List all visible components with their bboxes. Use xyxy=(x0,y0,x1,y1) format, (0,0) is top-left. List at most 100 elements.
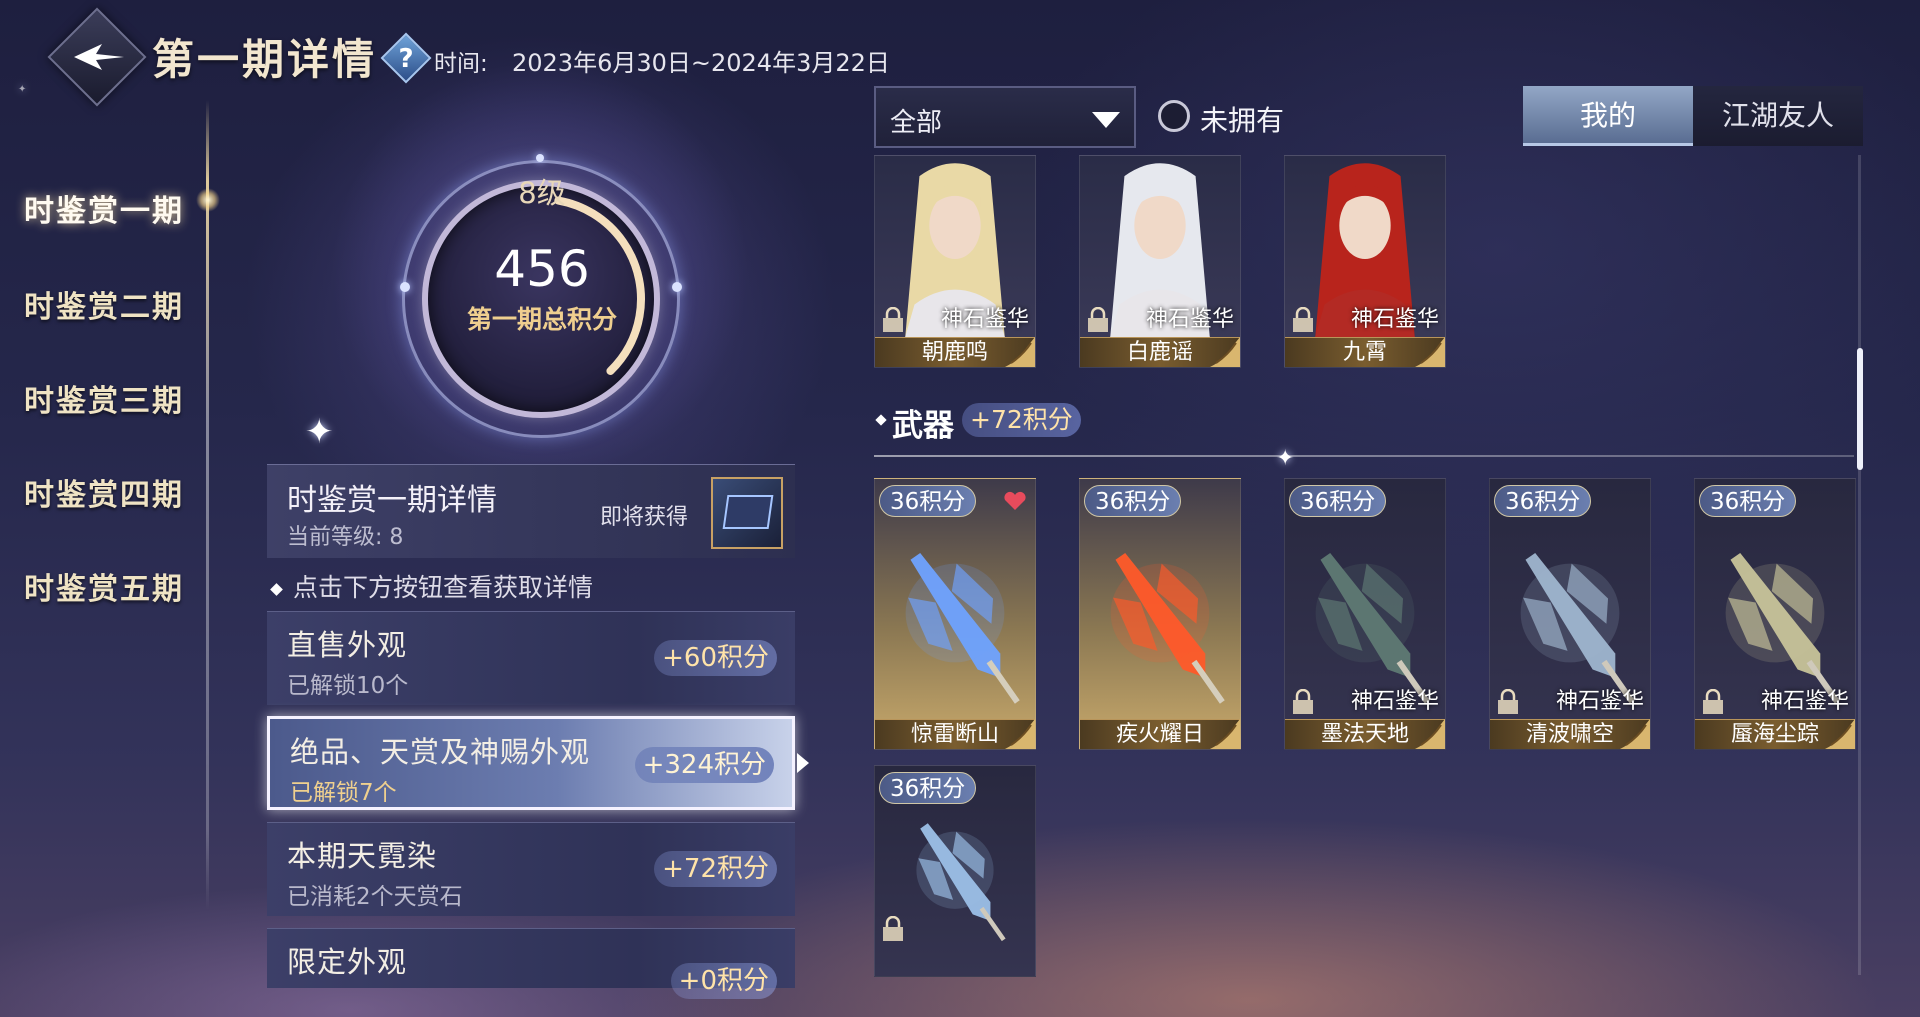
section-divider xyxy=(874,455,1854,457)
unowned-radio[interactable] xyxy=(1158,100,1190,132)
weapon-card[interactable]: 36积分 疾火耀日 xyxy=(1079,478,1241,750)
source-points: +0积分 xyxy=(670,963,777,999)
diamond-icon xyxy=(875,414,887,426)
source-tag: 神石鉴华 xyxy=(1555,689,1644,714)
level-text: 8级 xyxy=(518,176,566,210)
character-card[interactable]: 神石鉴华 九霄 xyxy=(1284,155,1446,368)
lock-icon xyxy=(1293,689,1313,714)
weapon-card[interactable]: 36积分 神石鉴华 墨法天地 xyxy=(1284,478,1446,750)
page-title: 第一期详情 xyxy=(152,35,378,84)
sparkle-decoration: ✦ xyxy=(305,412,334,452)
source-name: 绝品、天赏及神赐外观 xyxy=(290,735,591,769)
points-badge: 36积分 xyxy=(879,485,977,517)
lock-icon xyxy=(1088,307,1108,332)
level-progress-ring xyxy=(437,195,645,403)
category-dropdown[interactable]: 全部 xyxy=(874,86,1136,148)
diamond-icon xyxy=(270,583,283,596)
source-name: 直售外观 xyxy=(287,628,408,662)
scrollbar-thumb[interactable] xyxy=(1857,348,1863,470)
source-name: 限定外观 xyxy=(287,945,408,979)
nav-divider xyxy=(206,100,209,910)
weapon-section-title: 武器 xyxy=(892,408,954,444)
source-points: +324积分 xyxy=(634,747,774,783)
source-tag: 神石鉴华 xyxy=(1350,307,1439,332)
weapon-card[interactable]: 36积分 惊雷断山 xyxy=(874,478,1036,750)
lock-icon xyxy=(1498,689,1518,714)
lock-icon xyxy=(883,916,903,941)
source-item[interactable]: 本期天霓染已消耗2个天赏石 +72积分 xyxy=(267,822,795,916)
weapon-artwork xyxy=(1110,552,1225,704)
total-score-label: 第一期总积分 xyxy=(466,305,617,334)
lock-icon xyxy=(1703,689,1723,714)
sparkle-decoration: ✦ xyxy=(18,84,27,95)
lock-icon xyxy=(1293,307,1313,332)
heart-icon xyxy=(1004,491,1026,510)
corner-ornament-icon xyxy=(1620,719,1650,749)
ring-dot xyxy=(672,282,682,292)
source-item[interactable]: 绝品、天赏及神赐外观已解锁7个 +324积分 xyxy=(267,716,795,810)
character-portrait xyxy=(1306,163,1424,367)
help-button[interactable]: ? xyxy=(380,32,432,84)
period-detail-card[interactable]: 时鉴赏一期详情 当前等级: 8 即将获得 xyxy=(267,464,795,558)
weapon-card[interactable]: 36积分 xyxy=(874,765,1036,977)
points-badge: 36积分 xyxy=(1084,485,1182,517)
source-progress: 已消耗2个天赏石 xyxy=(287,884,463,910)
source-points: +72积分 xyxy=(654,851,777,887)
points-badge: 36积分 xyxy=(1699,485,1797,517)
corner-ornament-icon xyxy=(1415,719,1445,749)
dropdown-value: 全部 xyxy=(890,108,943,138)
hint-text: 点击下方按钮查看获取详情 xyxy=(270,568,594,604)
weapon-section-points: +72积分 xyxy=(962,403,1081,437)
points-badge: 36积分 xyxy=(1494,485,1592,517)
back-arrow-icon xyxy=(74,44,124,70)
question-icon: ? xyxy=(398,44,414,74)
nav-period-3[interactable]: 时鉴赏三期 xyxy=(24,376,184,420)
reward-frame-icon xyxy=(722,495,774,529)
unowned-label: 未拥有 xyxy=(1200,104,1285,137)
nav-period-2[interactable]: 时鉴赏二期 xyxy=(24,282,184,326)
weapon-card[interactable]: 36积分 神石鉴华 蜃海尘踪 xyxy=(1694,478,1856,750)
weapon-artwork xyxy=(905,552,1020,704)
character-portrait xyxy=(1101,163,1219,367)
nav-period-1[interactable]: 时鉴赏一期 xyxy=(24,186,184,230)
nav-period-4[interactable]: 时鉴赏四期 xyxy=(24,470,184,514)
chevron-down-icon xyxy=(1092,112,1120,128)
active-marker-icon xyxy=(196,188,220,212)
hint-label: 点击下方按钮查看获取详情 xyxy=(293,573,594,602)
corner-ornament-icon xyxy=(1005,337,1035,367)
source-tag: 神石鉴华 xyxy=(1760,689,1849,714)
scrollbar-track[interactable] xyxy=(1858,155,1861,975)
character-portrait xyxy=(896,163,1014,367)
points-badge: 36积分 xyxy=(1289,485,1387,517)
ring-dot xyxy=(536,154,544,162)
character-card[interactable]: 神石鉴华 朝鹿鸣 xyxy=(874,155,1036,368)
tab-friends[interactable]: 江湖友人 xyxy=(1693,86,1863,146)
corner-ornament-icon xyxy=(1415,337,1445,367)
upcoming-reward-thumbnail[interactable] xyxy=(711,477,783,549)
source-points: +60积分 xyxy=(654,640,777,676)
total-score: 456 xyxy=(494,240,590,298)
corner-ornament-icon xyxy=(1210,719,1240,749)
current-level: 当前等级: 8 xyxy=(287,525,404,550)
weapon-card[interactable]: 36积分 神石鉴华 清波啸空 xyxy=(1489,478,1651,750)
source-name: 本期天霓染 xyxy=(287,839,438,873)
source-tag: 神石鉴华 xyxy=(1145,307,1234,332)
ring-dot xyxy=(400,282,410,292)
source-tag: 神石鉴华 xyxy=(940,307,1029,332)
tab-mine[interactable]: 我的 xyxy=(1523,86,1693,146)
character-card[interactable]: 神石鉴华 白鹿谣 xyxy=(1079,155,1241,368)
sparkle-decoration: ✦ xyxy=(1276,446,1295,471)
corner-ornament-icon xyxy=(1005,719,1035,749)
points-badge: 36积分 xyxy=(879,772,977,804)
source-item[interactable]: 限定外观 +0积分 xyxy=(267,928,795,999)
nav-period-5[interactable]: 时鉴赏五期 xyxy=(24,564,184,608)
source-item[interactable]: 直售外观已解锁10个 +60积分 xyxy=(267,611,795,705)
source-tag: 神石鉴华 xyxy=(1350,689,1439,714)
detail-title: 时鉴赏一期详情 xyxy=(287,483,497,518)
source-progress: 已解锁10个 xyxy=(287,673,409,699)
selected-arrow-icon xyxy=(797,753,809,773)
corner-ornament-icon xyxy=(1825,719,1855,749)
upcoming-label: 即将获得 xyxy=(600,505,689,530)
lock-icon xyxy=(883,307,903,332)
source-progress: 已解锁7个 xyxy=(290,780,397,806)
